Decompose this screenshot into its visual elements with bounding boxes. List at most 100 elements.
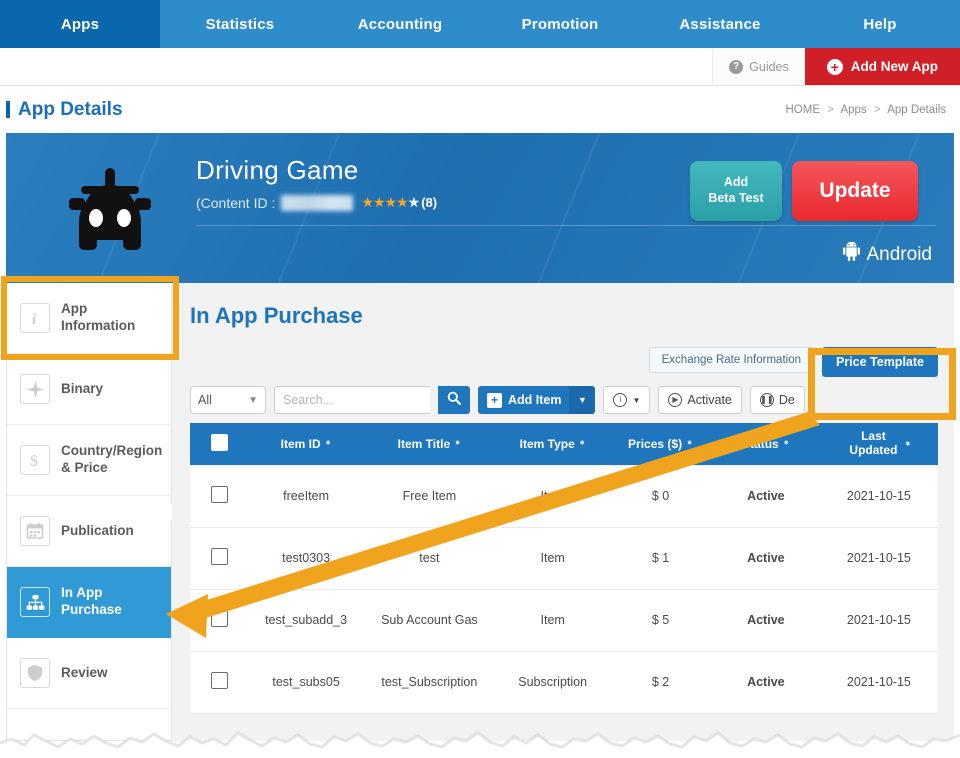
- torn-paper-edge: [0, 716, 960, 758]
- cell-status: Active: [712, 527, 820, 589]
- cell-item-type: Item: [496, 465, 609, 527]
- cell-price: $ 2: [609, 651, 712, 713]
- sidebar-item-review[interactable]: Review: [7, 638, 171, 709]
- cell-item-id: test_subadd_3: [250, 589, 363, 651]
- page-title: App Details: [6, 99, 123, 121]
- breadcrumb-item-current: App Details: [887, 104, 946, 116]
- filter-select[interactable]: All ▼: [190, 386, 266, 414]
- sidebar-item-app-information[interactable]: i App Information: [7, 283, 171, 354]
- app-banner: Driving Game (Content ID : ★★★★★ (8): [6, 133, 954, 283]
- cell-item-id: test_subs05: [250, 651, 363, 713]
- row-checkbox[interactable]: [211, 548, 228, 565]
- nav-tab-help[interactable]: Help: [800, 0, 960, 48]
- deactivate-label: De: [779, 393, 795, 407]
- price-template-button[interactable]: Price Template: [822, 347, 938, 377]
- table-header-checkbox: [190, 423, 250, 465]
- plus-circle-icon: +: [827, 59, 843, 75]
- table-row[interactable]: test_subadd_3 Sub Account Gas Item $ 5 A…: [190, 589, 938, 651]
- breadcrumb-item-apps[interactable]: Apps: [840, 104, 866, 116]
- activate-button[interactable]: ▶ Activate: [658, 386, 741, 414]
- cell-item-type: Item: [496, 589, 609, 651]
- sidebar-item-in-app-purchase[interactable]: In App Purchase: [7, 567, 171, 638]
- table-header-item-type[interactable]: Item Type ▲▼: [496, 423, 609, 465]
- info-dropdown-button[interactable]: i ▼: [603, 386, 650, 414]
- sort-icon: ▲▼: [579, 443, 586, 444]
- cell-last-updated: 2021-10-15: [820, 527, 938, 589]
- breadcrumb-separator: >: [874, 104, 881, 116]
- breadcrumb-item-home[interactable]: HOME: [786, 104, 821, 116]
- beta-line1: Add: [724, 175, 748, 189]
- search-input[interactable]: [274, 386, 430, 414]
- info-icon: i: [20, 303, 50, 333]
- page-title-text: App Details: [18, 99, 123, 121]
- sidebar-item-label: In App Purchase: [61, 585, 163, 619]
- cell-status: Active: [712, 651, 820, 713]
- cell-item-title[interactable]: test: [363, 527, 497, 589]
- select-all-checkbox[interactable]: [211, 434, 228, 451]
- row-checkbox-cell: [190, 465, 250, 527]
- exchange-rate-information-button[interactable]: Exchange Rate Information: [649, 347, 814, 373]
- rating-stars: ★★★★★: [361, 194, 419, 211]
- cell-item-title[interactable]: Free Item: [363, 465, 497, 527]
- breadcrumb-separator: >: [827, 104, 834, 116]
- row-checkbox-cell: [190, 527, 250, 589]
- add-beta-test-button[interactable]: AddBeta Test: [690, 161, 782, 221]
- nav-tab-label: Help: [863, 16, 896, 33]
- table-header-last-updated[interactable]: Last Updated ▲▼: [820, 423, 938, 465]
- add-new-app-button[interactable]: + Add New App: [805, 48, 960, 85]
- guides-button[interactable]: ? Guides: [712, 48, 805, 85]
- cell-status: Active: [712, 589, 820, 651]
- chevron-down-icon[interactable]: ▼: [569, 386, 595, 414]
- cell-item-title[interactable]: Sub Account Gas: [363, 589, 497, 651]
- cell-item-type: Subscription: [496, 651, 609, 713]
- guides-label: Guides: [749, 60, 789, 74]
- deactivate-button[interactable]: ❚❚ De: [750, 386, 805, 414]
- info-circle-icon: i: [613, 393, 627, 407]
- update-button[interactable]: Update: [792, 161, 918, 221]
- sidebar-item-publication[interactable]: Publication: [7, 496, 171, 567]
- table-row[interactable]: test_subs05 test_Subscription Subscripti…: [190, 651, 938, 713]
- platform-indicator: Android: [196, 242, 936, 267]
- rating-count: (8): [421, 195, 437, 210]
- title-accent-bar: [6, 101, 10, 118]
- cell-price: $ 0: [609, 465, 712, 527]
- cell-price: $ 5: [609, 589, 712, 651]
- table-header-status[interactable]: Status ▲▼: [712, 423, 820, 465]
- content-area: i App Information Binary $ Country/Regio…: [6, 283, 954, 741]
- sort-icon: ▲▼: [325, 443, 332, 444]
- sidebar-item-label: Publication: [61, 523, 134, 540]
- table-body: freeItem Free Item Item $ 0 Active 2021-…: [190, 465, 938, 713]
- nav-tab-label: Promotion: [522, 16, 599, 33]
- nav-tab-label: Statistics: [206, 16, 275, 33]
- table-header-prices[interactable]: Prices ($) ▲▼: [609, 423, 712, 465]
- nav-tab-statistics[interactable]: Statistics: [160, 0, 320, 48]
- sidebar: i App Information Binary $ Country/Regio…: [6, 283, 172, 741]
- banner-actions: AddBeta Test Update: [690, 161, 918, 221]
- update-label: Update: [819, 179, 890, 203]
- row-checkbox[interactable]: [211, 610, 228, 627]
- section-title: In App Purchase: [190, 303, 938, 329]
- search-button[interactable]: [438, 386, 470, 414]
- nav-tab-assistance[interactable]: Assistance: [640, 0, 800, 48]
- row-checkbox[interactable]: [211, 486, 228, 503]
- nav-tab-label: Assistance: [679, 16, 760, 33]
- nav-tab-accounting[interactable]: Accounting: [320, 0, 480, 48]
- row-checkbox[interactable]: [211, 672, 228, 689]
- table-header-item-title[interactable]: Item Title ▲▼: [363, 423, 497, 465]
- cell-item-type: Item: [496, 527, 609, 589]
- row-checkbox-cell: [190, 589, 250, 651]
- nav-tab-promotion[interactable]: Promotion: [480, 0, 640, 48]
- svg-text:i: i: [32, 312, 37, 327]
- table-header-row: Item ID ▲▼ Item Title ▲▼ Item Type ▲▼: [190, 423, 938, 465]
- add-item-label: Add Item: [508, 393, 569, 407]
- chevron-down-icon: ▼: [632, 396, 640, 405]
- add-item-button[interactable]: + Add Item ▼: [478, 386, 595, 414]
- table-header-item-id[interactable]: Item ID ▲▼: [250, 423, 363, 465]
- sidebar-item-binary[interactable]: Binary: [7, 354, 171, 425]
- nav-tab-apps[interactable]: Apps: [0, 0, 160, 48]
- table-row[interactable]: freeItem Free Item Item $ 0 Active 2021-…: [190, 465, 938, 527]
- cell-item-title[interactable]: test_Subscription: [363, 651, 497, 713]
- table-row[interactable]: test0303 test Item $ 1 Active 2021-10-15: [190, 527, 938, 589]
- sidebar-item-country-region-price[interactable]: $ Country/Region & Price: [7, 425, 171, 496]
- sort-icon: ▲▼: [783, 443, 790, 444]
